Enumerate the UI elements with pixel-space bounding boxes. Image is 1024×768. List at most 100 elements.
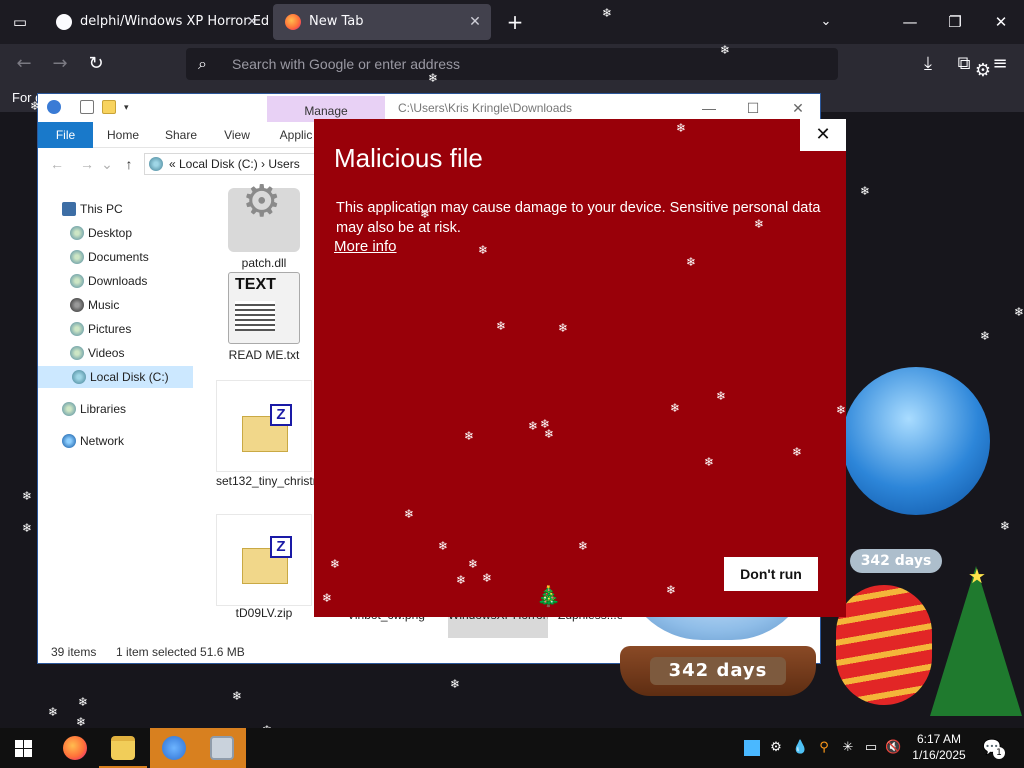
taskbar-firefox[interactable]	[51, 728, 99, 768]
taskbar-clock[interactable]: 6:17 AM 1/16/2025	[908, 731, 970, 763]
folder-icon	[70, 322, 84, 336]
tab-github[interactable]: delphi/Windows XP Horror Editi ✕	[44, 4, 268, 40]
file-item-patch-dll[interactable]: patch.dll	[216, 188, 312, 271]
disk-icon	[72, 370, 86, 384]
folder-icon	[70, 226, 84, 240]
mini-tree-icon: 🎄	[536, 584, 561, 608]
people-icon	[162, 736, 186, 760]
close-icon[interactable]: ✕	[800, 119, 846, 151]
notification-icon[interactable]: 💬 1	[980, 738, 1005, 759]
sidebar-item-libraries[interactable]: Libraries	[60, 398, 180, 420]
tray-app-icon[interactable]	[744, 740, 760, 756]
selection-info: 1 item selected 51.6 MB	[116, 645, 245, 659]
taskbar-app-exe[interactable]	[198, 728, 246, 768]
new-tab-button[interactable]: +	[504, 10, 526, 34]
tab-application[interactable]: Applic	[276, 122, 316, 148]
up-icon[interactable]: ↑	[120, 154, 138, 174]
gear-icon[interactable]: ⚙	[972, 60, 994, 82]
sidebar-item-local-disk[interactable]: Local Disk (C:)	[38, 366, 193, 388]
tab-new-tab[interactable]: New Tab ✕	[273, 4, 491, 40]
navigation-pane: This PC Desktop Documents Downloads Musi…	[38, 194, 198, 634]
chevron-down-icon[interactable]: ⌄	[814, 10, 838, 34]
snowflake-icon: ❄	[754, 217, 765, 231]
folder-icon	[70, 274, 84, 288]
minimize-icon[interactable]: —	[895, 8, 925, 36]
notification-badge: 1	[993, 747, 1005, 759]
github-icon	[56, 14, 72, 30]
back-icon[interactable]: ←	[48, 154, 66, 174]
snowflake-icon: ❄	[544, 427, 555, 441]
app-window-icon	[210, 736, 234, 760]
address-bar[interactable]: ⌕	[186, 48, 838, 80]
tray-network-icon[interactable]: ▭	[863, 740, 879, 756]
sidebar-item-music[interactable]: Music	[68, 294, 188, 316]
dont-run-button[interactable]: Don't run	[724, 557, 818, 591]
start-button[interactable]	[0, 728, 48, 768]
taskbar: ⚙ 💧 ⚲ ✳ ▭ 🔇 6:17 AM 1/16/2025 💬 1	[0, 728, 1024, 768]
christmas-tree-icon	[930, 566, 1022, 716]
tab-home[interactable]: Home	[100, 122, 146, 148]
zip-file-icon: Z	[228, 398, 300, 470]
tray-network-share-icon[interactable]: ⚙	[768, 740, 784, 756]
taskbar-app-people[interactable]	[150, 728, 198, 768]
forward-icon[interactable]: →	[48, 52, 72, 76]
sidebar-item-documents[interactable]: Documents	[68, 246, 188, 268]
reload-icon[interactable]: ↻	[84, 52, 108, 76]
firefox-icon	[63, 736, 87, 760]
volume-icon[interactable]: 🔇	[885, 740, 901, 756]
sidebar-item-desktop[interactable]: Desktop	[68, 222, 188, 244]
close-tab-icon[interactable]: ✕	[467, 4, 483, 40]
close-window-icon[interactable]: ✕	[986, 8, 1016, 36]
sidebar-item-label: This PC	[80, 202, 123, 216]
sidebar-item-label: Music	[88, 298, 120, 312]
sidebar-item-label: Documents	[88, 250, 149, 264]
tab-list-icon[interactable]: ▭	[8, 10, 32, 34]
sidebar-item-network[interactable]: Network	[60, 430, 180, 452]
sidebar-item-label: Network	[80, 434, 125, 448]
sidebar-item-label: Downloads	[88, 274, 148, 288]
snowflake-icon: ❄	[836, 403, 847, 417]
close-tab-icon[interactable]: ✕	[244, 4, 260, 40]
snowflake-icon: ❄	[428, 71, 439, 85]
back-icon[interactable]: ←	[12, 52, 36, 76]
restore-icon[interactable]: ❐	[940, 8, 970, 36]
downloads-icon[interactable]: ⤓	[916, 52, 940, 76]
properties-icon[interactable]	[80, 100, 94, 114]
snowflake-icon: ❄	[450, 677, 461, 691]
tray-search-icon[interactable]: ⚲	[816, 740, 832, 756]
search-input[interactable]	[232, 54, 822, 74]
more-info-link[interactable]: More info	[334, 238, 397, 255]
minimize-icon[interactable]: —	[698, 98, 720, 118]
tab-file[interactable]: File	[38, 122, 93, 148]
file-item-set132-zip[interactable]: Z set132_tiny_christmas.zip	[216, 398, 354, 489]
snowflake-icon: ❄	[322, 591, 333, 605]
snowflake-icon: ❄	[22, 489, 33, 503]
maximize-icon[interactable]: ☐	[742, 98, 764, 118]
snowflake-icon: ❄	[76, 715, 87, 729]
new-folder-icon[interactable]	[102, 100, 116, 114]
sidebar-item-videos[interactable]: Videos	[68, 342, 188, 364]
tray-drop-icon[interactable]: 💧	[792, 740, 808, 756]
tray-snowflake-icon[interactable]: ✳	[840, 740, 856, 756]
sidebar-item-pictures[interactable]: Pictures	[68, 318, 188, 340]
tab-share[interactable]: Share	[158, 122, 204, 148]
snowflake-icon: ❄	[1000, 519, 1011, 533]
file-item-td09lv-zip[interactable]: Z tD09LV.zip	[216, 530, 312, 621]
file-item-readme[interactable]: TEXT READ ME.txt	[216, 272, 312, 363]
close-window-icon[interactable]: ✕	[787, 98, 809, 118]
taskbar-file-explorer[interactable]	[99, 728, 147, 768]
snowflake-icon: ❄	[860, 184, 871, 198]
snowflake-icon: ❄	[578, 539, 589, 553]
folder-icon	[111, 736, 135, 760]
forward-icon[interactable]: →	[78, 154, 96, 174]
zip-badge-icon: Z	[270, 404, 292, 426]
sidebar-item-label: Local Disk (C:)	[90, 370, 169, 384]
sidebar-item-downloads[interactable]: Downloads	[68, 270, 188, 292]
snowflake-icon: ❄	[496, 319, 507, 333]
snowflake-icon: ❄	[670, 401, 681, 415]
sidebar-item-this-pc[interactable]: This PC	[60, 198, 180, 220]
chevron-down-icon[interactable]: ▾	[124, 100, 138, 114]
tab-view[interactable]: View	[214, 122, 260, 148]
snowflake-icon: ❄	[1014, 305, 1024, 319]
chevron-down-icon[interactable]: ⌄	[98, 154, 116, 174]
